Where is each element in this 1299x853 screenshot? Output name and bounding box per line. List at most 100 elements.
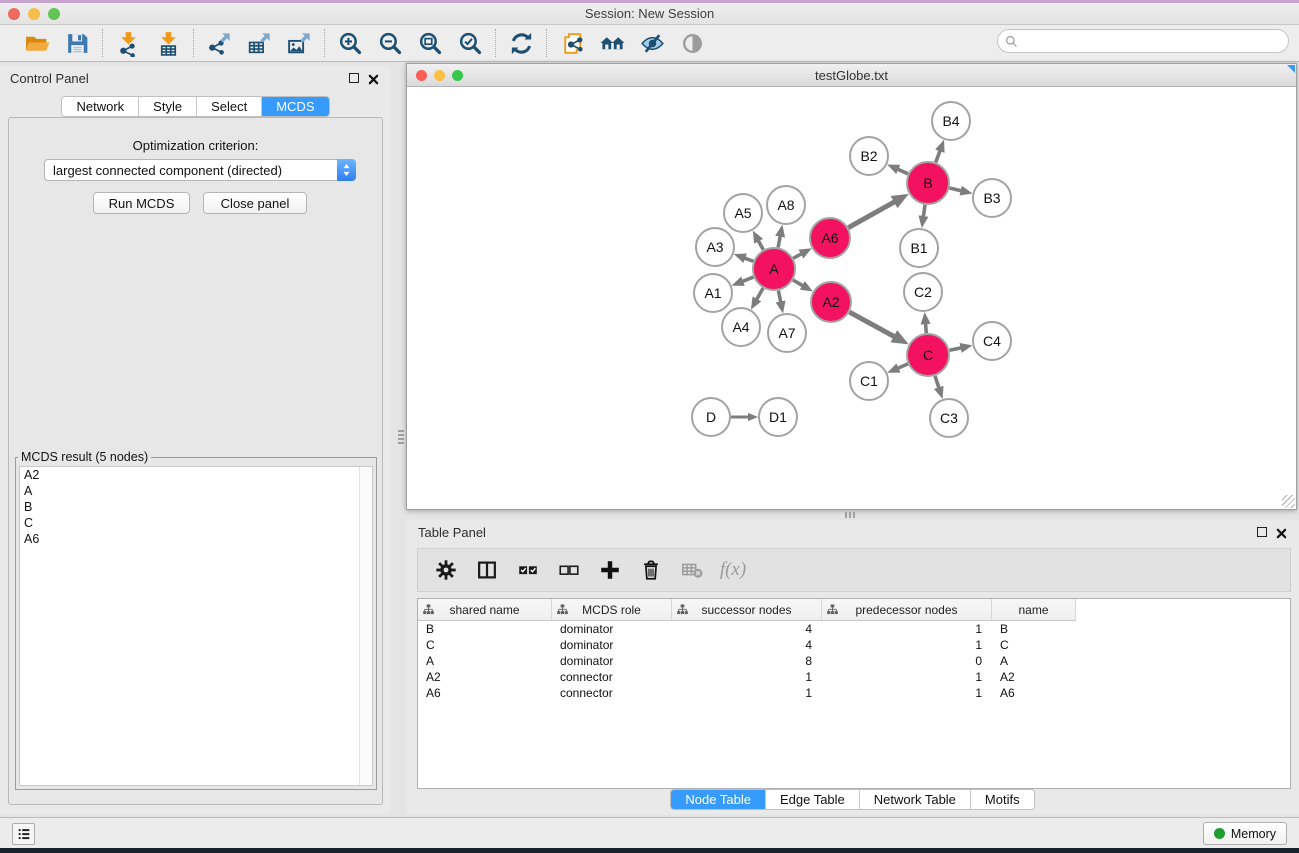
close-table-panel-icon[interactable] — [1276, 526, 1287, 544]
horizontal-splitter-grip[interactable] — [845, 512, 857, 518]
node-A1[interactable]: A1 — [694, 274, 732, 312]
cell-successor-nodes[interactable]: 4 — [672, 622, 822, 636]
mcds-result-list[interactable]: A2ABCA6 — [19, 466, 373, 786]
tab-edge-table[interactable]: Edge Table — [766, 790, 860, 809]
edge-C-C4[interactable] — [950, 348, 962, 351]
new-network-from-selection-icon[interactable] — [557, 28, 587, 58]
cell-shared-name[interactable]: B — [418, 622, 552, 636]
edge-A-A6[interactable] — [793, 254, 802, 259]
edge-B-B4[interactable] — [936, 150, 941, 162]
tab-network-table[interactable]: Network Table — [860, 790, 971, 809]
birdseye-corner-icon[interactable] — [1287, 65, 1295, 73]
tab-motifs[interactable]: Motifs — [971, 790, 1034, 809]
zoom-fit-icon[interactable] — [415, 28, 445, 58]
tab-style[interactable]: Style — [139, 97, 197, 116]
node-B2[interactable]: B2 — [850, 137, 888, 175]
table-row[interactable]: A2connector11A2 — [418, 669, 1290, 685]
float-table-panel-icon[interactable] — [1257, 527, 1267, 537]
select-all-icon[interactable] — [514, 556, 542, 584]
cell-MCDS-role[interactable]: dominator — [552, 654, 672, 668]
cell-MCDS-role[interactable]: connector — [552, 686, 672, 700]
gear-icon[interactable] — [432, 556, 460, 584]
cell-shared-name[interactable]: A2 — [418, 670, 552, 684]
refresh-icon[interactable] — [506, 28, 536, 58]
node-C1[interactable]: C1 — [850, 362, 888, 400]
table-row[interactable]: Bdominator41B — [418, 621, 1290, 637]
cell-successor-nodes[interactable]: 8 — [672, 654, 822, 668]
edge-B-B1[interactable] — [923, 205, 925, 217]
network-window-titlebar[interactable]: testGlobe.txt — [407, 64, 1296, 87]
network-canvas[interactable]: B4B2BB3A8A5A6A3B1AC2A1A2A4A7C4CC1DD1C3 — [407, 87, 1296, 509]
node-A8[interactable]: A8 — [767, 186, 805, 224]
float-panel-icon[interactable] — [349, 73, 359, 83]
node-B[interactable]: B — [907, 162, 949, 204]
zoom-in-icon[interactable] — [335, 28, 365, 58]
show-all-icon[interactable] — [677, 28, 707, 58]
memory-button[interactable]: Memory — [1203, 822, 1287, 845]
node-A7[interactable]: A7 — [768, 314, 806, 352]
cell-name[interactable]: A2 — [992, 670, 1076, 684]
cell-successor-nodes[interactable]: 1 — [672, 670, 822, 684]
node-D1[interactable]: D1 — [759, 398, 797, 436]
zoom-selected-icon[interactable] — [455, 28, 485, 58]
edge-A-A8[interactable] — [778, 236, 780, 248]
node-B3[interactable]: B3 — [973, 179, 1011, 217]
cell-predecessor-nodes[interactable]: 1 — [822, 670, 992, 684]
export-network-icon[interactable] — [204, 28, 234, 58]
cell-name[interactable]: B — [992, 622, 1076, 636]
tab-node-table[interactable]: Node Table — [671, 790, 766, 809]
edge-B-B3[interactable] — [949, 188, 961, 191]
column-header-successor-nodes[interactable]: successor nodes — [672, 599, 822, 621]
node-A3[interactable]: A3 — [696, 228, 734, 266]
edge-C-C1[interactable] — [898, 364, 908, 369]
node-A4[interactable]: A4 — [722, 308, 760, 346]
vertical-splitter-grip[interactable] — [398, 430, 404, 444]
close-panel-button[interactable]: Close panel — [203, 192, 307, 214]
search-box[interactable] — [997, 29, 1289, 53]
open-folder-icon[interactable] — [22, 28, 52, 58]
edge-A6-B[interactable] — [848, 201, 895, 227]
node-A[interactable]: A — [753, 248, 795, 290]
table-row[interactable]: Cdominator41C — [418, 637, 1290, 653]
cell-predecessor-nodes[interactable]: 1 — [822, 638, 992, 652]
first-neighbors-icon[interactable] — [597, 28, 627, 58]
edge-A-A5[interactable] — [758, 240, 763, 250]
edge-C-C3[interactable] — [935, 376, 939, 389]
cell-successor-nodes[interactable]: 4 — [672, 638, 822, 652]
edge-A-A1[interactable] — [742, 277, 754, 282]
mcds-result-item[interactable]: A — [20, 483, 372, 499]
table-row[interactable]: A6connector11A6 — [418, 685, 1290, 701]
zoom-out-icon[interactable] — [375, 28, 405, 58]
node-C2[interactable]: C2 — [904, 273, 942, 311]
cell-predecessor-nodes[interactable]: 1 — [822, 686, 992, 700]
node-A6[interactable]: A6 — [810, 218, 850, 258]
node-B1[interactable]: B1 — [900, 229, 938, 267]
column-header-predecessor-nodes[interactable]: predecessor nodes — [822, 599, 992, 621]
scrollbar-track[interactable] — [359, 467, 372, 785]
cell-MCDS-role[interactable]: dominator — [552, 638, 672, 652]
node-C3[interactable]: C3 — [930, 399, 968, 437]
add-column-icon[interactable] — [596, 556, 624, 584]
run-mcds-button[interactable]: Run MCDS — [93, 192, 190, 214]
cell-predecessor-nodes[interactable]: 1 — [822, 622, 992, 636]
panel-list-button[interactable] — [12, 823, 35, 845]
edge-A-A3[interactable] — [744, 258, 753, 261]
delete-column-icon[interactable] — [637, 556, 665, 584]
mcds-result-item[interactable]: A2 — [20, 467, 372, 483]
cell-name[interactable]: C — [992, 638, 1076, 652]
mcds-result-item[interactable]: C — [20, 515, 372, 531]
optimization-criterion-select[interactable]: largest connected component (directed) — [44, 159, 356, 181]
tab-mcds[interactable]: MCDS — [262, 97, 328, 116]
window-resize-grip[interactable] — [1282, 495, 1295, 508]
column-header-MCDS-role[interactable]: MCDS role — [552, 599, 672, 621]
table-row[interactable]: Adominator80A — [418, 653, 1290, 669]
export-image-icon[interactable] — [284, 28, 314, 58]
edge-C-C2[interactable] — [926, 323, 927, 333]
cell-name[interactable]: A6 — [992, 686, 1076, 700]
deselect-all-icon[interactable] — [555, 556, 583, 584]
node-A5[interactable]: A5 — [724, 194, 762, 232]
tab-network[interactable]: Network — [62, 97, 139, 116]
search-input[interactable] — [1018, 32, 1288, 50]
edge-A-A7[interactable] — [778, 291, 780, 303]
hide-selected-icon[interactable] — [637, 28, 667, 58]
